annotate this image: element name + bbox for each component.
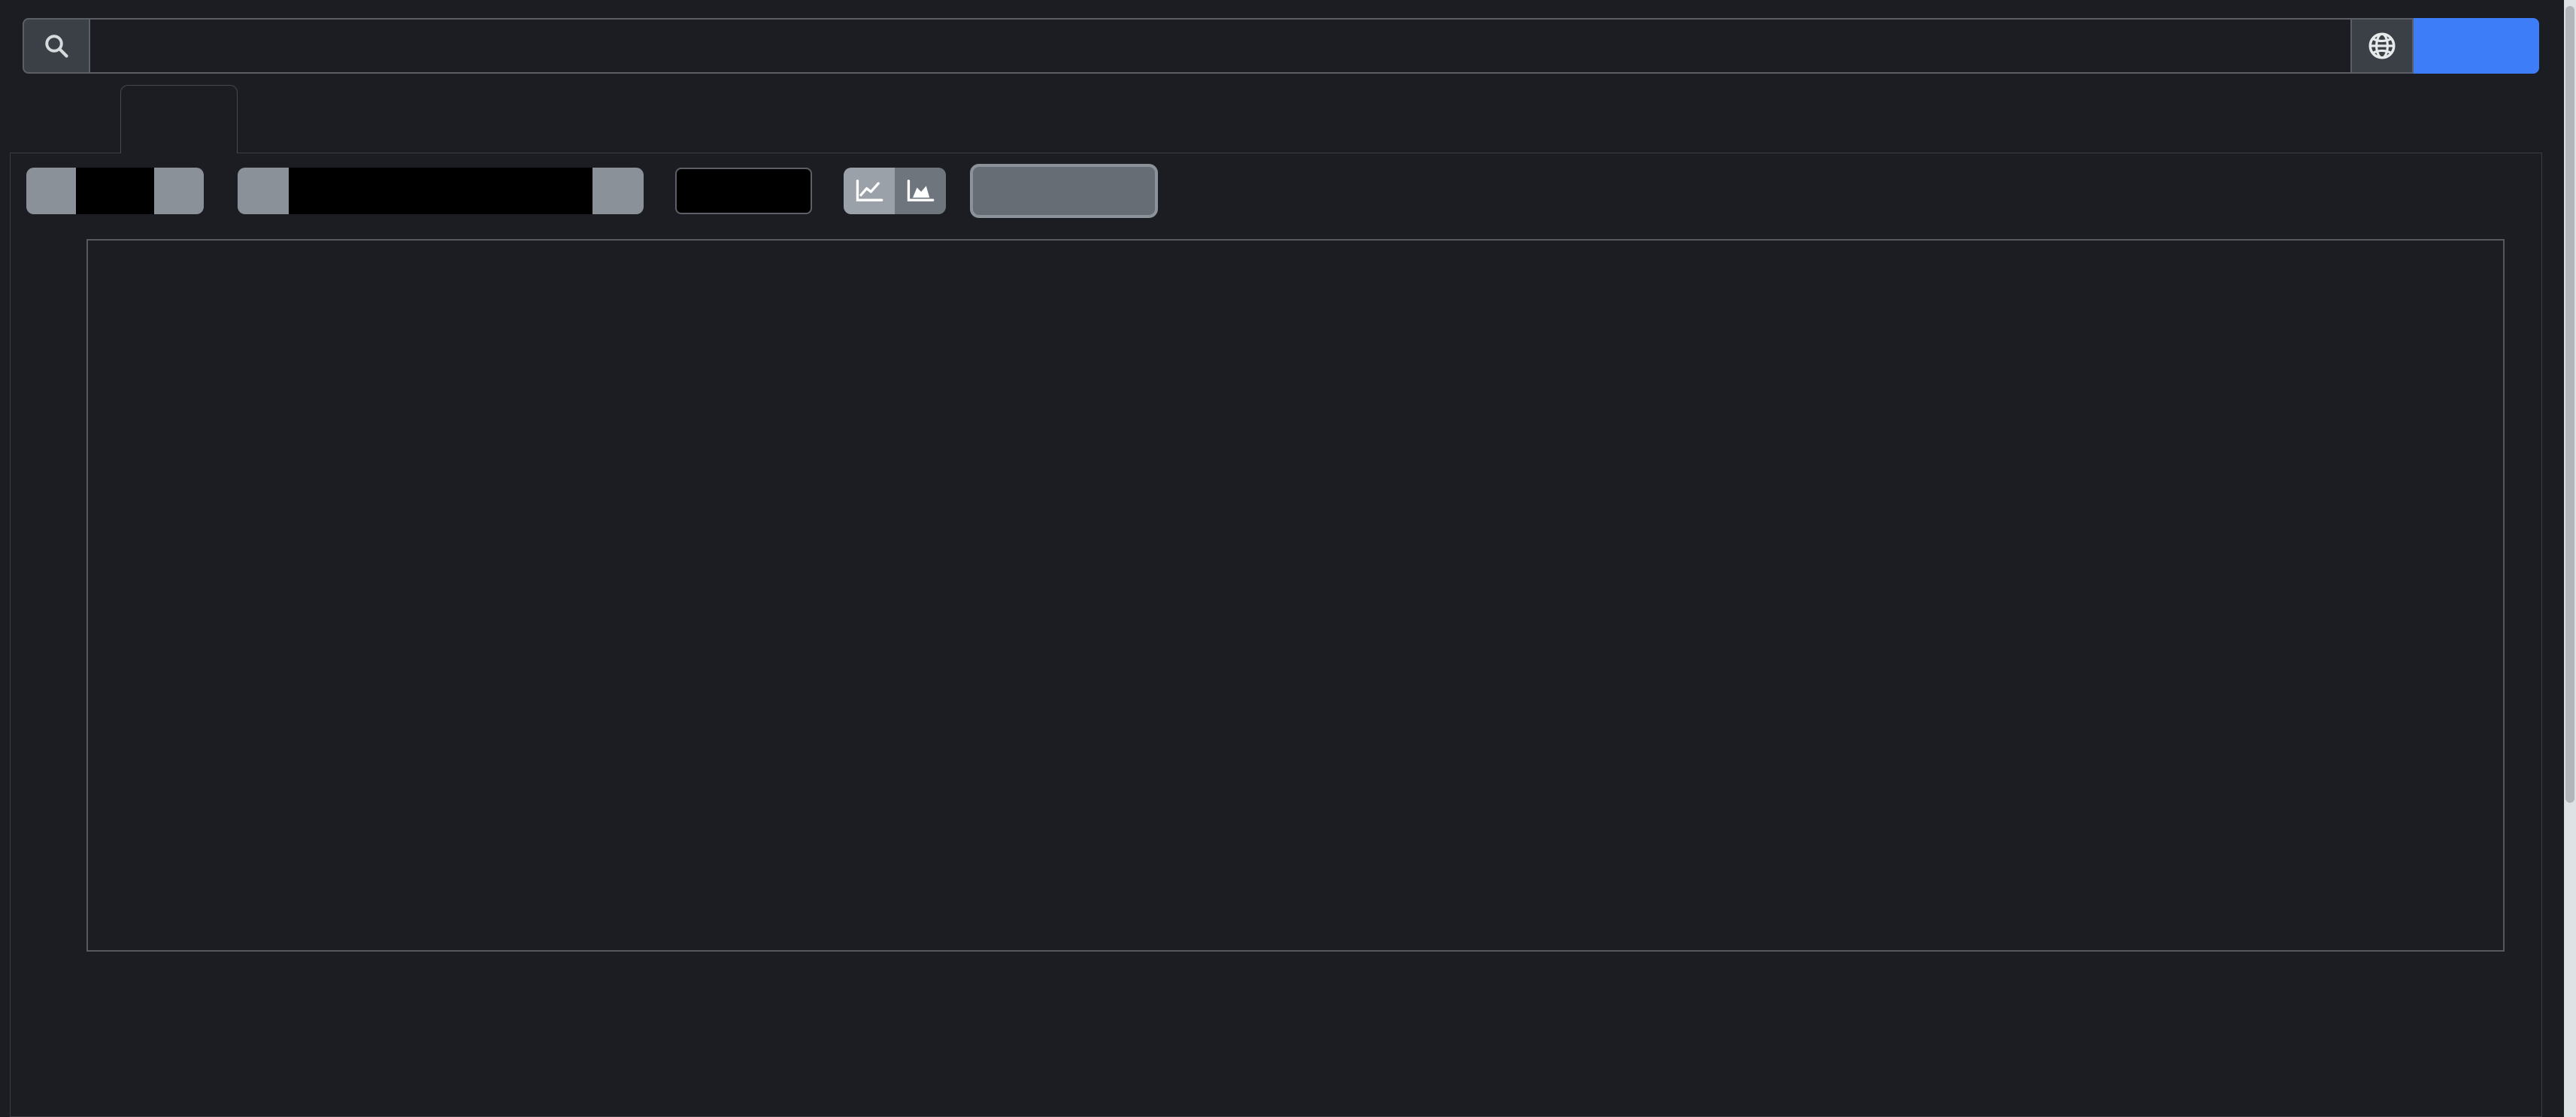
search-addon bbox=[23, 18, 89, 74]
tab-table[interactable] bbox=[27, 90, 117, 152]
graph-panel bbox=[10, 153, 2542, 1117]
execute-button[interactable] bbox=[2414, 18, 2539, 74]
tab-graph[interactable] bbox=[120, 85, 238, 153]
query-bar bbox=[23, 18, 2539, 74]
scrollbar-thumb[interactable] bbox=[2565, 6, 2574, 803]
query-input[interactable] bbox=[89, 18, 2352, 74]
prometheus-expression-browser bbox=[0, 0, 2576, 1117]
metrics-explorer-button[interactable] bbox=[2352, 18, 2414, 74]
search-icon bbox=[43, 32, 70, 59]
globe-icon bbox=[2366, 30, 2398, 62]
scrollbar-track[interactable] bbox=[2564, 0, 2576, 1117]
